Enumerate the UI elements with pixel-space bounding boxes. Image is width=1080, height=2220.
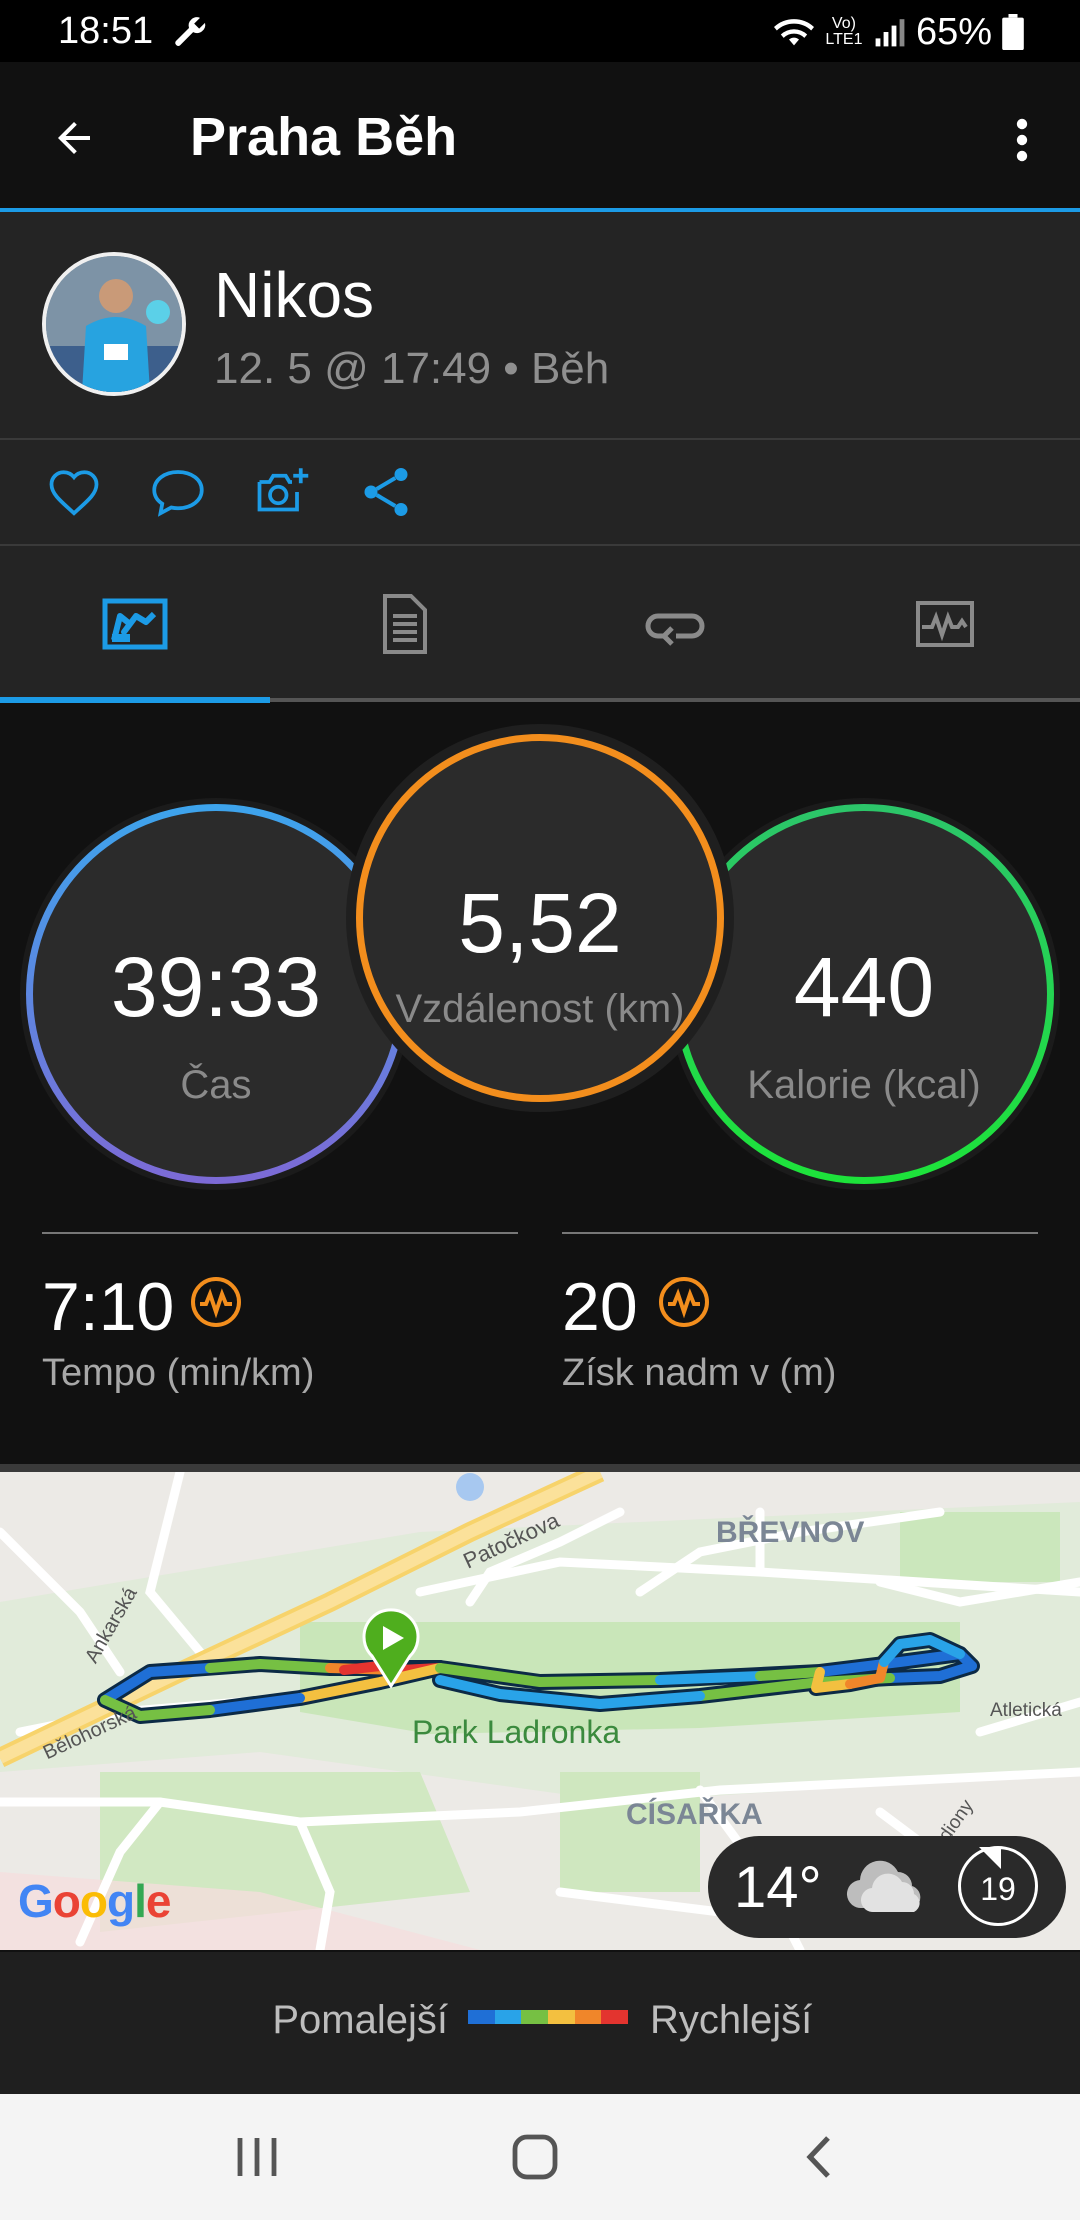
- map-label-cisarka: CÍSAŘKA: [626, 1798, 763, 1831]
- elevation-label: Získ nadm v (m): [562, 1352, 837, 1394]
- elevation-chart-icon[interactable]: [658, 1276, 710, 1328]
- cloud-icon: [846, 1860, 921, 1913]
- elevation-value: 20: [562, 1269, 638, 1345]
- weather-temp: 14°: [734, 1855, 822, 1920]
- share-icon[interactable]: [356, 462, 416, 522]
- page-title: Praha Běh: [190, 107, 458, 167]
- signal-icon: [875, 19, 905, 47]
- wind-direction-icon: [979, 1847, 1001, 1869]
- system-nav-bar: [0, 2094, 1080, 2220]
- calories-value: 440: [793, 940, 935, 1034]
- battery-icon: [1002, 14, 1024, 50]
- overflow-menu-icon[interactable]: [1002, 116, 1042, 164]
- tab-charts[interactable]: [810, 546, 1080, 702]
- legend-slower: Pomalejší: [272, 1998, 448, 2042]
- athlete-name[interactable]: Nikos: [214, 258, 374, 332]
- pace-legend: Pomalejší Rychlejší: [0, 1952, 1080, 2094]
- app-bar: Praha Běh: [0, 62, 1080, 210]
- wind-gauge: 19: [958, 1846, 1038, 1926]
- back-icon[interactable]: [800, 2134, 840, 2180]
- distance-label: Vzdálenost (km): [395, 987, 685, 1031]
- status-time: 18:51: [58, 10, 154, 52]
- pace-value: 7:10: [42, 1269, 175, 1345]
- status-bar: 18:51 Vo) LTE1 65%: [0, 0, 1080, 62]
- legend-gradient: [468, 2010, 629, 2024]
- volte-icon: Vo) LTE1: [825, 15, 863, 48]
- time-ring[interactable]: 39:33 Čas: [26, 804, 406, 1184]
- distance-ring[interactable]: 5,52 Vzdálenost (km): [356, 734, 724, 1102]
- tab-summary[interactable]: [0, 546, 270, 702]
- home-icon[interactable]: [510, 2132, 560, 2182]
- calories-label: Kalorie (kcal): [747, 1063, 981, 1107]
- map-label-brevnov: BŘEVNOV: [716, 1516, 865, 1549]
- wifi-icon: [773, 19, 814, 46]
- battery-percent: 65%: [915, 10, 992, 53]
- action-row: [0, 440, 1080, 546]
- summary-icon: [102, 598, 168, 650]
- map-separator: [0, 1464, 1080, 1472]
- pace-divider: [42, 1232, 518, 1234]
- status-right: Vo) LTE1 65%: [773, 10, 1024, 54]
- weather-badge[interactable]: 14° 19: [708, 1836, 1066, 1938]
- time-value: 39:33: [110, 940, 322, 1034]
- distance-value: 5,52: [458, 876, 622, 970]
- tab-indicator: [0, 697, 270, 703]
- tab-details[interactable]: [270, 546, 540, 702]
- like-icon[interactable]: [44, 462, 104, 522]
- pace-chart-icon[interactable]: [190, 1276, 242, 1328]
- comment-icon[interactable]: [148, 462, 208, 522]
- legend-faster: Rychlejší: [650, 1998, 813, 2042]
- elevation-divider: [562, 1232, 1038, 1234]
- wind-speed: 19: [980, 1871, 1016, 1907]
- wrench-icon: [175, 17, 206, 46]
- time-label: Čas: [180, 1063, 252, 1107]
- google-attribution: Google: [18, 1875, 171, 1927]
- activity-header: Nikos 12. 5 @ 17:49 • Běh: [0, 212, 1080, 440]
- map-label-park: Park Ladronka: [412, 1714, 621, 1750]
- recents-icon[interactable]: [232, 2134, 282, 2180]
- arrow-left-icon[interactable]: [50, 114, 98, 162]
- calories-ring[interactable]: 440 Kalorie (kcal): [674, 804, 1054, 1184]
- pace-label: Tempo (min/km): [42, 1352, 315, 1394]
- add-photo-icon[interactable]: [252, 462, 312, 522]
- map-label-atleticka: Atletická: [990, 1700, 1062, 1721]
- tab-bar: [0, 546, 1080, 702]
- tab-laps[interactable]: [540, 546, 810, 702]
- details-icon: [383, 594, 427, 654]
- charts-icon: [916, 601, 974, 647]
- laps-icon: [645, 613, 705, 646]
- activity-meta: 12. 5 @ 17:49 • Běh: [214, 344, 610, 393]
- avatar[interactable]: [42, 252, 186, 396]
